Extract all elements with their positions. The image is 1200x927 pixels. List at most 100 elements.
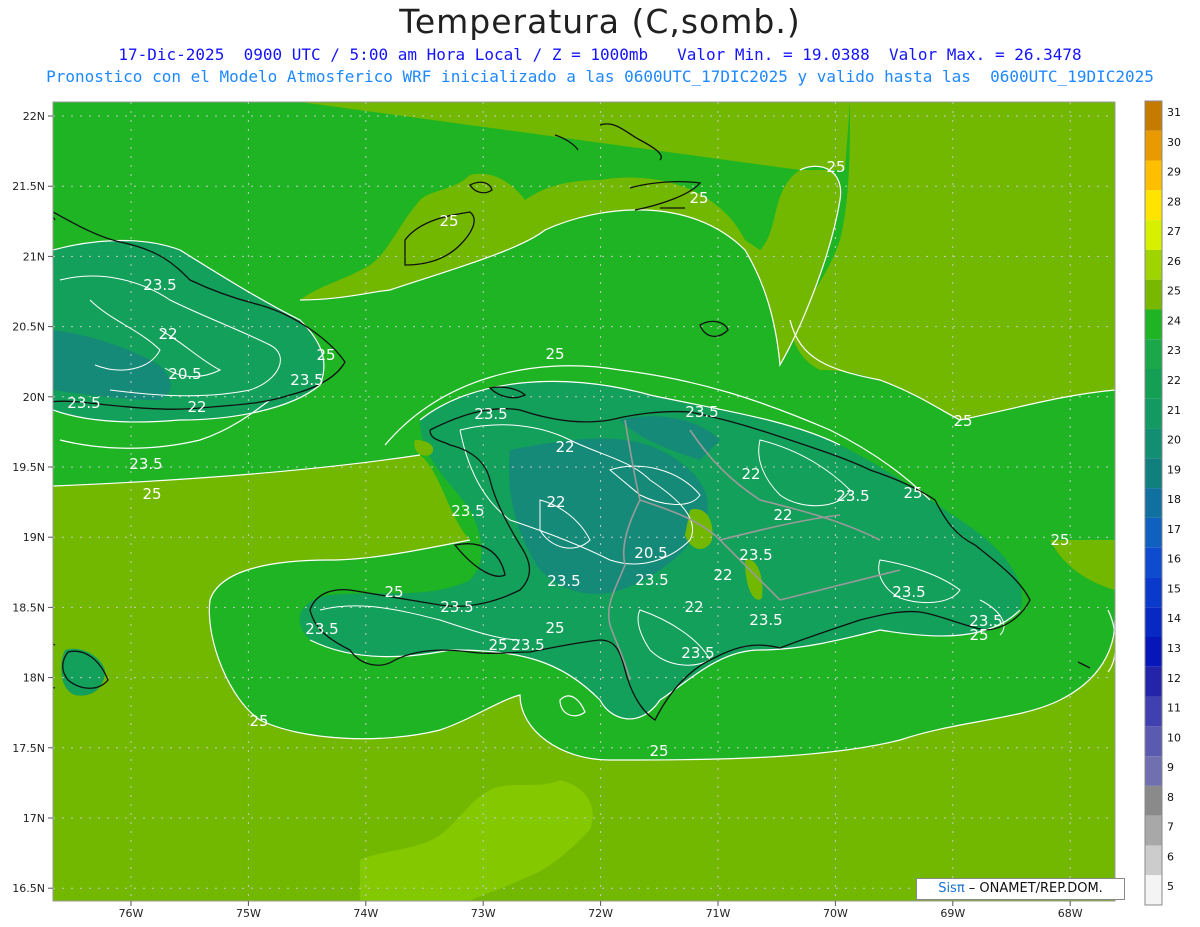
colorbar-swatch bbox=[1145, 577, 1162, 608]
isotherm-label: 25 bbox=[1050, 531, 1069, 549]
colorbar-swatch bbox=[1145, 279, 1162, 310]
colorbar-tick-label: 22 bbox=[1167, 374, 1181, 387]
longitude-label: 74W bbox=[353, 907, 378, 920]
latitude-label: 21N bbox=[23, 250, 45, 263]
colorbar-tick-label: 20 bbox=[1167, 434, 1181, 447]
latitude-label: 17.5N bbox=[12, 742, 45, 755]
isotherm-label: 22 bbox=[546, 493, 565, 511]
colorbar-tick-label: 18 bbox=[1167, 493, 1181, 506]
colorbar-tick-label: 29 bbox=[1167, 166, 1181, 179]
isotherm-label: 22 bbox=[684, 598, 703, 616]
map-fields bbox=[53, 102, 1115, 901]
isotherm-label: 25 bbox=[545, 619, 564, 637]
isotherm-label: 25 bbox=[689, 189, 708, 207]
latitude-label: 21.5N bbox=[12, 180, 45, 193]
isotherm-label: 23.5 bbox=[969, 612, 1002, 630]
isotherm-label: 25 bbox=[316, 346, 335, 364]
colorbar-tick-label: 14 bbox=[1167, 612, 1181, 625]
colorbar-swatch bbox=[1145, 785, 1162, 816]
colorbar-swatch bbox=[1145, 101, 1162, 131]
isotherm-label: 23.5 bbox=[67, 394, 100, 412]
colorbar-tick-label: 24 bbox=[1167, 314, 1181, 327]
colorbar-swatch bbox=[1145, 845, 1162, 876]
colorbar-tick-label: 28 bbox=[1167, 195, 1181, 208]
isotherm-label: 25 bbox=[545, 345, 564, 363]
credit-box: Sisπ – ONAMET/REP.DOM. bbox=[916, 878, 1125, 900]
colorbar-tick-label: 16 bbox=[1167, 553, 1181, 566]
latitude-label: 17N bbox=[23, 812, 45, 825]
isotherm-label: 25 bbox=[826, 158, 845, 176]
colorbar-swatch bbox=[1145, 488, 1162, 518]
isotherm-label: 23.5 bbox=[892, 583, 925, 601]
latitude-label: 18.5N bbox=[12, 601, 45, 614]
credit-organization: – ONAMET/REP.DOM. bbox=[964, 881, 1103, 896]
longitude-label: 70W bbox=[823, 907, 848, 920]
colorbar-tick-label: 27 bbox=[1167, 225, 1181, 238]
colorbar-tick-label: 9 bbox=[1167, 761, 1174, 774]
colorbar-swatch bbox=[1145, 309, 1162, 340]
colorbar-tick-label: 12 bbox=[1167, 672, 1181, 685]
isotherm-label: 23.5 bbox=[143, 276, 176, 294]
colorbar-swatch bbox=[1145, 517, 1162, 548]
colorbar-tick-label: 30 bbox=[1167, 136, 1181, 149]
isotherm-label: 22 bbox=[555, 438, 574, 456]
colorbar-tick-label: 21 bbox=[1167, 404, 1181, 417]
colorbar-tick-label: 17 bbox=[1167, 523, 1181, 536]
colorbar-swatch bbox=[1145, 220, 1162, 250]
colorbar-swatch bbox=[1145, 726, 1162, 757]
colorbar-tick-label: 13 bbox=[1167, 642, 1181, 655]
colorbar-swatch bbox=[1145, 875, 1162, 905]
colorbar-swatch bbox=[1145, 607, 1162, 637]
colorbar-swatch bbox=[1145, 369, 1162, 399]
colorbar-swatch bbox=[1145, 547, 1162, 578]
colorbar-swatch bbox=[1145, 756, 1162, 786]
isotherm-label: 20.5 bbox=[168, 365, 201, 383]
latitude-label: 19.5N bbox=[12, 461, 45, 474]
isotherm-label: 25 bbox=[649, 742, 668, 760]
isotherm-label: 25 bbox=[488, 636, 507, 654]
colorbar-tick-label: 23 bbox=[1167, 344, 1181, 357]
isotherm-label: 23.5 bbox=[290, 371, 323, 389]
isotherm-label: 23.5 bbox=[305, 620, 338, 638]
colorbar-tick-label: 31 bbox=[1167, 106, 1181, 119]
isotherm-label: 22 bbox=[741, 465, 760, 483]
isotherm-label: 23.5 bbox=[440, 598, 473, 616]
latitude-label: 20N bbox=[23, 391, 45, 404]
isotherm-label: 23.5 bbox=[681, 644, 714, 662]
colorbar-tick-label: 25 bbox=[1167, 285, 1181, 298]
isotherm-label: 23.5 bbox=[511, 636, 544, 654]
colorbar-tick-label: 5 bbox=[1167, 880, 1174, 893]
colorbar-swatch bbox=[1145, 339, 1162, 369]
longitude-label: 72W bbox=[588, 907, 613, 920]
longitude-label: 68W bbox=[1058, 907, 1083, 920]
latitude-label: 22N bbox=[23, 110, 45, 123]
longitude-label: 69W bbox=[940, 907, 965, 920]
colorbar-swatch bbox=[1145, 130, 1162, 161]
temperature-colorbar: 31 30 29 28 27 26 25 24 23 22 21 20 19 18 17 16 15 14 13 12… bbox=[1144, 100, 1181, 906]
isotherm-label: 23.5 bbox=[547, 572, 580, 590]
isotherm-label: 22 bbox=[713, 566, 732, 584]
colorbar-tick-label: 11 bbox=[1167, 702, 1181, 715]
isotherm-label: 25 bbox=[903, 484, 922, 502]
isotherm-label: 25 bbox=[953, 412, 972, 430]
colorbar-swatch bbox=[1145, 637, 1162, 667]
latitude-label: 20.5N bbox=[12, 321, 45, 334]
latitude-axis: 22N 21.5N 21N 20.5N 20N 19.5N 19N 18.5N 18N 17.5N… bbox=[12, 110, 53, 895]
isotherm-label: 25 bbox=[439, 212, 458, 230]
isotherm-label: 22 bbox=[158, 325, 177, 343]
colorbar-swatch bbox=[1145, 696, 1162, 727]
isotherm-label: 23.5 bbox=[739, 546, 772, 564]
colorbar-tick-label: 7 bbox=[1167, 821, 1174, 834]
colorbar-swatch bbox=[1145, 160, 1162, 191]
colorbar-swatch bbox=[1145, 458, 1162, 489]
isotherm-label: 23.5 bbox=[451, 502, 484, 520]
isotherm-label: 23.5 bbox=[129, 455, 162, 473]
isotherm-label: 23.5 bbox=[635, 571, 668, 589]
longitude-label: 71W bbox=[706, 907, 731, 920]
colorbar-tick-label: 19 bbox=[1167, 463, 1181, 476]
longitude-label: 75W bbox=[236, 907, 261, 920]
colorbar-swatch bbox=[1145, 428, 1162, 459]
longitude-axis: 76W 75W 74W 73W 72W 71W 70W 69W 68W bbox=[119, 901, 1083, 920]
isotherm-label: 23.5 bbox=[836, 487, 869, 505]
isotherm-label: 25 bbox=[249, 712, 268, 730]
